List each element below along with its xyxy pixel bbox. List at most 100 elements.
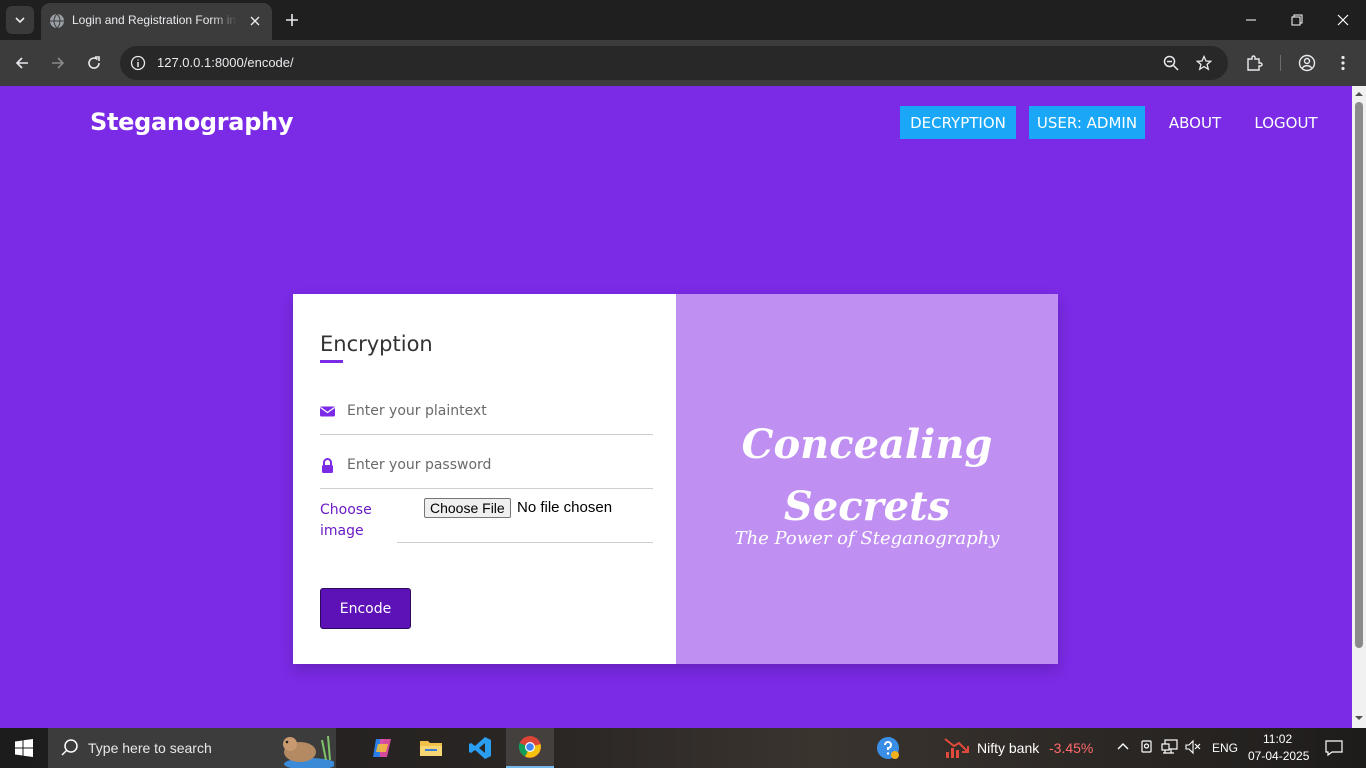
encode-button[interactable]: Encode	[320, 588, 411, 629]
chevron-down-icon	[15, 17, 25, 24]
taskbar-search[interactable]: Type here to search	[48, 728, 336, 768]
network-icon	[1161, 739, 1178, 754]
minimize-button[interactable]	[1237, 6, 1265, 34]
notifications-button[interactable]	[1324, 738, 1344, 758]
site-info-button[interactable]	[126, 51, 150, 75]
reload-button[interactable]	[80, 49, 108, 77]
close-icon	[1337, 14, 1349, 26]
globe-icon	[50, 13, 64, 29]
chevron-up-icon	[1117, 743, 1129, 750]
meet-now-button[interactable]	[1138, 738, 1156, 756]
stock-change: -3.45%	[1049, 740, 1094, 756]
cover-panel: Concealing Secrets The Power of Steganog…	[676, 294, 1058, 664]
forward-button[interactable]	[44, 49, 72, 77]
taskbar-chrome[interactable]	[506, 728, 554, 768]
search-highlight-image	[283, 735, 334, 768]
taskbar-vscode[interactable]	[456, 728, 504, 768]
close-window-button[interactable]	[1329, 6, 1357, 34]
browser-menu-button[interactable]	[1329, 49, 1357, 77]
taskbar-file-explorer[interactable]	[407, 728, 455, 768]
scroll-down-icon[interactable]	[1355, 714, 1363, 722]
notification-icon	[1325, 740, 1343, 757]
account-icon	[1298, 54, 1316, 72]
browser-toolbar: 127.0.0.1:8000/encode/	[0, 40, 1366, 86]
puzzle-icon	[1247, 55, 1263, 71]
start-button[interactable]	[0, 728, 48, 768]
nav-user[interactable]: USER: ADMIN	[1029, 106, 1145, 139]
network-button[interactable]	[1161, 738, 1179, 756]
taskbar-copilot[interactable]	[358, 728, 406, 768]
tab-title: Login and Registration Form in HTML	[72, 13, 237, 27]
image-file-field: Choose File No file chosen	[397, 492, 653, 543]
envelope-icon	[320, 406, 335, 417]
volume-muted-icon	[1185, 739, 1201, 755]
brand-logo[interactable]: Steganography	[90, 108, 294, 136]
copilot-icon	[373, 739, 391, 757]
more-vertical-icon	[1341, 55, 1345, 71]
page-scrollbar[interactable]	[1352, 86, 1366, 728]
toolbar-separator	[1280, 55, 1281, 71]
browser-tab[interactable]: Login and Registration Form in HTML	[41, 3, 272, 40]
encryption-card: Encryption Choose image Choose File No f…	[293, 294, 1058, 664]
search-placeholder: Type here to search	[88, 740, 212, 756]
windows-logo-icon	[15, 739, 33, 757]
info-icon	[130, 55, 146, 71]
stock-name[interactable]: Nifty bank	[977, 740, 1039, 756]
volume-button[interactable]	[1184, 738, 1202, 756]
search-icon	[61, 739, 78, 756]
reload-icon	[88, 56, 100, 69]
clock-date[interactable]: 07-04-2025	[1248, 749, 1309, 763]
close-icon	[250, 16, 260, 26]
scroll-thumb[interactable]	[1355, 102, 1363, 648]
address-bar[interactable]: 127.0.0.1:8000/encode/	[120, 46, 1228, 80]
nav-decryption[interactable]: DECRYPTION	[900, 106, 1016, 139]
tab-strip: Login and Registration Form in HTML	[0, 0, 1366, 40]
nav-about[interactable]: ABOUT	[1160, 106, 1230, 139]
show-hidden-icons-button[interactable]	[1114, 738, 1132, 756]
stock-down-chart-icon	[944, 738, 969, 758]
taskbar: Type here to search Nifty bank -3.45% EN…	[0, 728, 1366, 768]
choose-image-label: Choose image	[320, 502, 372, 539]
tab-search-button[interactable]	[6, 6, 34, 34]
file-status-text: No file chosen	[517, 499, 613, 516]
camera-icon	[1141, 740, 1152, 753]
form-title: Encryption	[320, 332, 433, 356]
zoom-out-icon	[1163, 55, 1179, 71]
lock-icon	[322, 458, 333, 473]
title-underline	[320, 360, 343, 363]
password-input[interactable]	[347, 453, 647, 477]
choose-file-button[interactable]: Choose File	[424, 498, 511, 518]
vscode-icon	[469, 737, 491, 759]
nav-logout[interactable]: LOGOUT	[1246, 106, 1326, 139]
restore-icon	[1291, 14, 1303, 26]
plaintext-field	[320, 391, 653, 435]
arrow-right-icon	[52, 57, 65, 69]
chrome-icon	[518, 736, 541, 758]
cover-subtitle: The Power of Steganography	[734, 528, 1000, 549]
help-tray-button[interactable]	[876, 736, 900, 760]
arrow-left-icon	[15, 57, 28, 69]
cover-title: Concealing Secrets	[741, 421, 993, 530]
plus-icon	[286, 14, 298, 26]
folder-icon	[420, 741, 442, 756]
url-text: 127.0.0.1:8000/encode/	[157, 55, 294, 70]
zoom-button[interactable]	[1159, 51, 1183, 75]
scroll-up-icon[interactable]	[1355, 90, 1363, 98]
profile-button[interactable]	[1293, 49, 1321, 77]
extensions-button[interactable]	[1240, 49, 1268, 77]
clock-time[interactable]: 11:02	[1263, 732, 1292, 746]
help-icon	[877, 737, 899, 759]
tab-close-button[interactable]	[246, 12, 264, 30]
encryption-form: Encryption Choose image Choose File No f…	[293, 294, 676, 664]
restore-button[interactable]	[1283, 6, 1311, 34]
back-button[interactable]	[8, 49, 36, 77]
plaintext-input[interactable]	[347, 399, 647, 423]
minimize-icon	[1246, 19, 1256, 21]
bookmark-button[interactable]	[1192, 51, 1216, 75]
star-icon	[1196, 55, 1212, 71]
password-field	[320, 445, 653, 489]
stock-widget-icon[interactable]	[944, 736, 970, 760]
language-indicator[interactable]: ENG	[1212, 741, 1238, 755]
new-tab-button[interactable]	[280, 8, 304, 32]
page-viewport: Steganography DECRYPTION USER: ADMIN ABO…	[0, 86, 1352, 728]
